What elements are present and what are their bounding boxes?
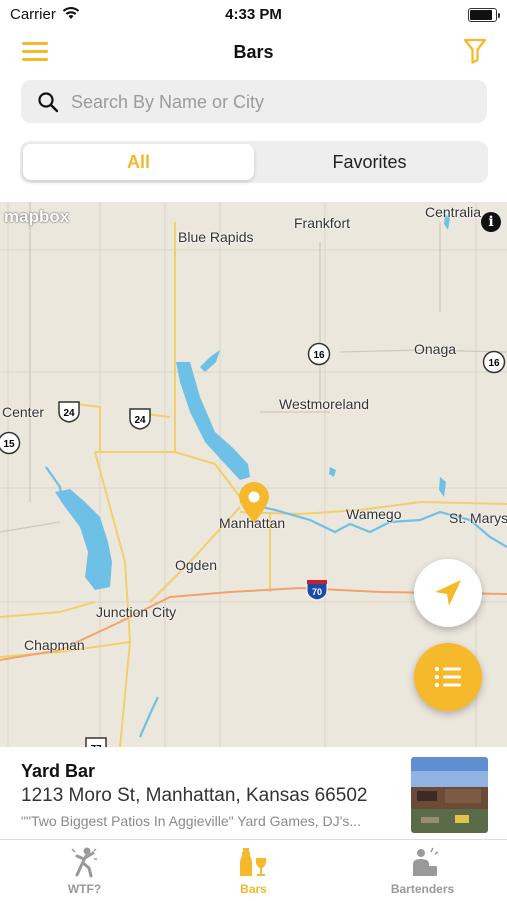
battery-icon bbox=[468, 8, 500, 22]
locate-me-button[interactable] bbox=[414, 559, 482, 627]
bar-thumbnail-image bbox=[411, 757, 488, 833]
map-label-onaga: Onaga bbox=[414, 341, 457, 357]
state-route-shield-icon: 16 bbox=[307, 342, 331, 366]
tab-wtf[interactable]: WTF? bbox=[0, 840, 169, 901]
bar-detail-card[interactable]: Yard Bar 1213 Moro St, Manhattan, Kansas… bbox=[0, 747, 507, 839]
shield-k16-b: 16 bbox=[488, 358, 500, 369]
tab-bartenders-label: Bartenders bbox=[390, 882, 455, 896]
map-label-chapman: Chapman bbox=[24, 637, 85, 653]
list-view-button[interactable] bbox=[414, 643, 482, 711]
search-icon bbox=[37, 91, 59, 118]
clock: 4:33 PM bbox=[225, 6, 282, 23]
state-route-shield-icon: 15 bbox=[0, 431, 21, 455]
page-title: Bars bbox=[233, 42, 274, 62]
us-route-shield-icon: 24 bbox=[129, 408, 151, 430]
map-label-st-marys: St. Marys bbox=[449, 510, 507, 526]
shield-us24-a: 24 bbox=[63, 408, 75, 419]
location-arrow-icon bbox=[435, 580, 461, 606]
segment-favorites[interactable]: Favorites bbox=[254, 144, 485, 180]
segmented-control: All Favorites bbox=[20, 141, 488, 183]
map-label-blue-rapids: Blue Rapids bbox=[178, 229, 254, 245]
dancing-person-icon bbox=[71, 847, 97, 878]
tab-bar: WTF? Bars Bartenders bbox=[0, 839, 507, 901]
interstate-shield-icon: 70 bbox=[306, 580, 328, 601]
filter-icon[interactable] bbox=[463, 38, 487, 69]
shield-k15: 15 bbox=[3, 439, 15, 450]
tab-bartenders[interactable]: Bartenders bbox=[338, 840, 507, 901]
bar-name: Yard Bar bbox=[21, 761, 96, 781]
shield-i70: 70 bbox=[312, 587, 322, 597]
map-label-center: Center bbox=[2, 404, 45, 420]
us-route-shield-icon: 24 bbox=[58, 401, 80, 423]
segment-all[interactable]: All bbox=[23, 144, 254, 180]
map-label-westmoreland: Westmoreland bbox=[279, 396, 370, 412]
mapbox-logo: mapbox bbox=[4, 207, 70, 226]
map-label-frankfort: Frankfort bbox=[294, 215, 351, 231]
drinks-icon bbox=[240, 848, 267, 876]
search-bar bbox=[21, 80, 487, 125]
bar-location-pin-icon[interactable] bbox=[236, 481, 272, 525]
tab-bars-label: Bars bbox=[240, 882, 267, 896]
map-view[interactable]: mapbox i Blue Rapids Frankfort Centralia… bbox=[0, 202, 507, 747]
navigation-bar: Bars bbox=[0, 30, 507, 74]
us-route-shield-icon: 77 bbox=[85, 737, 107, 747]
info-icon[interactable]: i bbox=[481, 212, 501, 232]
search-input[interactable] bbox=[69, 80, 473, 125]
tab-bars[interactable]: Bars bbox=[169, 840, 338, 901]
shield-us24-b: 24 bbox=[134, 415, 146, 426]
bar-description: ""Two Biggest Patios In Aggieville" Yard… bbox=[21, 813, 361, 829]
bartender-icon bbox=[413, 847, 439, 876]
list-icon bbox=[434, 666, 461, 688]
status-bar: Carrier 4:33 PM bbox=[0, 0, 507, 30]
tab-wtf-label: WTF? bbox=[67, 882, 102, 896]
map-label-wamego: Wamego bbox=[346, 506, 402, 522]
map-label-junction-city: Junction City bbox=[96, 604, 177, 620]
state-route-shield-icon: 16 bbox=[482, 350, 506, 374]
shield-k16-a: 16 bbox=[313, 350, 325, 361]
bar-address: 1213 Moro St, Manhattan, Kansas 66502 bbox=[21, 785, 368, 806]
map-label-centralia: Centralia bbox=[425, 204, 482, 220]
map-label-ogden: Ogden bbox=[175, 557, 218, 573]
